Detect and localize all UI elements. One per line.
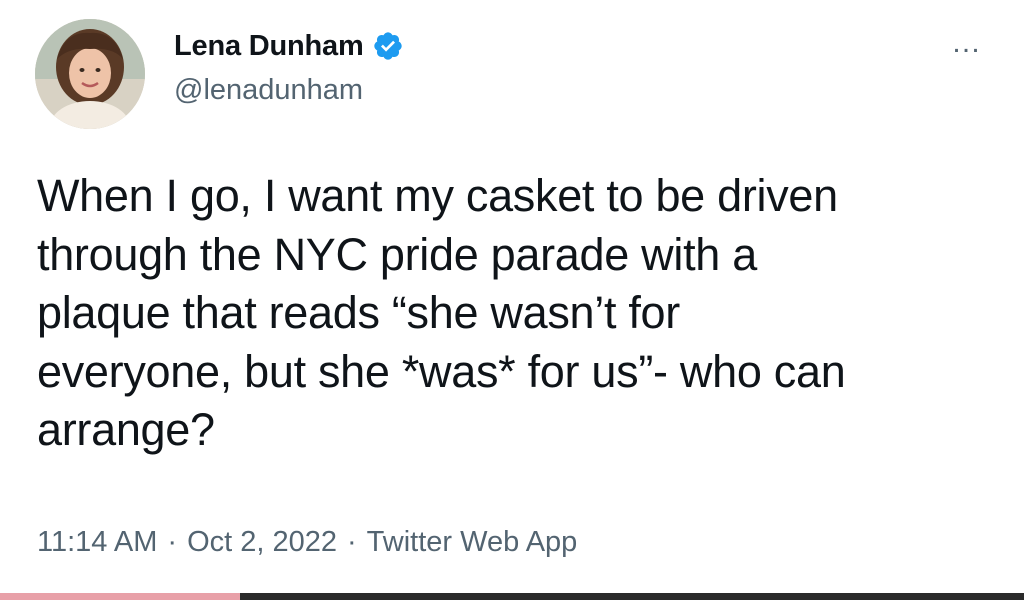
avatar-image [35,19,145,129]
tweet-card: Lena Dunham @lenadunham … When I go, I w… [0,0,1024,600]
bottom-divider-accent [0,593,240,600]
author-display-name[interactable]: Lena Dunham [174,30,364,63]
tweet-source[interactable]: Twitter Web App [367,526,578,559]
tweet-text: When I go, I want my casket to be driven… [37,170,846,455]
tweet-time[interactable]: 11:14 AM [37,526,157,559]
tweet-date[interactable]: Oct 2, 2022 [187,526,337,559]
more-options-icon[interactable]: … [951,28,982,58]
separator-dot: · [167,526,178,558]
author-handle[interactable]: @lenadunham [174,74,363,107]
tweet-metadata: 11:14 AM · Oct 2, 2022 · Twitter Web App [37,526,577,559]
author-name-row: Lena Dunham [174,24,404,68]
avatar[interactable] [35,19,145,129]
separator-dot: · [347,526,357,558]
verified-badge-icon [372,30,404,62]
bottom-divider [0,593,1024,600]
